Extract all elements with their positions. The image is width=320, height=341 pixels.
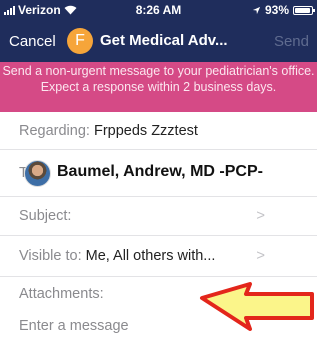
subject-label: Subject: xyxy=(19,208,72,224)
regarding-row: Regarding: Frppeds Zzztest xyxy=(0,112,317,150)
avatar: F xyxy=(67,28,93,54)
recipient-name: Baumel, Andrew, MD -PCP- xyxy=(57,163,263,180)
battery-icon xyxy=(293,5,315,15)
regarding-label: Regarding: xyxy=(19,123,90,139)
battery-percent: 93% xyxy=(264,3,289,17)
chevron-right-icon: > xyxy=(256,247,265,264)
info-banner: Send a non-urgent message to your pediat… xyxy=(0,62,317,112)
annotation-arrow-icon xyxy=(200,282,314,331)
visible-to-field: Visible to: Me, All others with... xyxy=(19,248,215,264)
visible-to-label: Visible to: xyxy=(19,248,82,264)
regarding-field: Regarding: Frppeds Zzztest xyxy=(19,123,198,139)
status-right: 93% xyxy=(252,3,315,17)
location-arrow-icon xyxy=(252,6,261,14)
chevron-right-icon: > xyxy=(256,207,265,224)
subject-row[interactable]: Subject: > xyxy=(0,197,317,236)
nav-bar: Cancel F Get Medical Adv... Send xyxy=(0,20,317,62)
send-button[interactable]: Send xyxy=(274,33,309,50)
to-row[interactable]: T Baumel, Andrew, MD -PCP- xyxy=(0,150,317,197)
recipient-avatar xyxy=(24,160,51,187)
status-bar: Verizon 8:26 AM 93% xyxy=(0,0,317,20)
page-title: Get Medical Adv... xyxy=(100,32,228,49)
cancel-button[interactable]: Cancel xyxy=(9,33,56,50)
visible-to-value: Me, All others with... xyxy=(85,248,216,264)
regarding-value: Frppeds Zzztest xyxy=(93,123,198,139)
attachments-label: Attachments: xyxy=(19,286,104,302)
message-input[interactable]: Enter a message xyxy=(19,318,129,334)
visible-to-row[interactable]: Visible to: Me, All others with... > xyxy=(0,236,317,277)
